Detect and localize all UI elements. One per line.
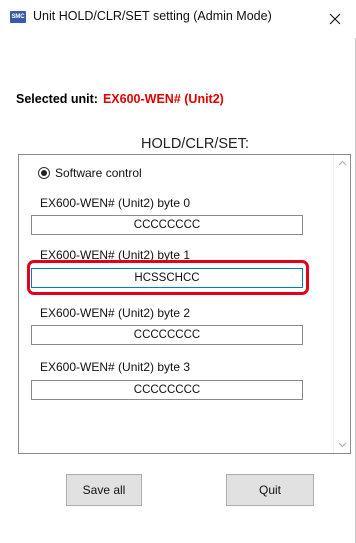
settings-list-panel[interactable]: Software control EX600-WEN# (Unit2) byte… <box>18 154 351 454</box>
title-bar: SMC Unit HOLD/CLR/SET setting (Admin Mod… <box>0 0 356 38</box>
quit-button[interactable]: Quit <box>226 474 314 506</box>
highlight-annotation <box>27 260 309 295</box>
radio-selected-icon[interactable] <box>38 167 50 179</box>
byte-0-label: EX600-WEN# (Unit2) byte 0 <box>40 196 191 210</box>
window-title: Unit HOLD/CLR/SET setting (Admin Mode) <box>33 9 272 23</box>
scroll-up-button[interactable] <box>334 155 351 172</box>
settings-window: SMC Unit HOLD/CLR/SET setting (Admin Mod… <box>0 0 356 543</box>
byte-3-field[interactable]: CCCCCCCC <box>31 380 303 400</box>
selected-unit-row: Selected unit: EX600-WEN# (Unit2) <box>16 92 224 106</box>
chevron-up-icon <box>338 160 347 166</box>
chevron-down-icon <box>338 442 347 448</box>
close-button[interactable] <box>318 4 352 34</box>
section-title: HOLD/CLR/SET: <box>141 136 249 152</box>
byte-2-label: EX600-WEN# (Unit2) byte 2 <box>40 306 191 320</box>
save-all-button[interactable]: Save all <box>66 474 142 506</box>
scroll-down-button[interactable] <box>334 436 351 453</box>
byte-3-label: EX600-WEN# (Unit2) byte 3 <box>40 360 191 374</box>
selected-unit-label: Selected unit: <box>16 92 98 106</box>
selected-unit-value: EX600-WEN# (Unit2) <box>102 92 224 106</box>
software-control-radio[interactable]: Software control <box>38 166 142 180</box>
software-control-label: Software control <box>55 166 142 180</box>
byte-2-field[interactable]: CCCCCCCC <box>31 325 303 345</box>
vertical-scrollbar[interactable] <box>333 155 350 453</box>
close-icon <box>329 13 341 25</box>
byte-0-field[interactable]: CCCCCCCC <box>31 215 303 235</box>
app-logo-icon: SMC <box>10 11 26 23</box>
